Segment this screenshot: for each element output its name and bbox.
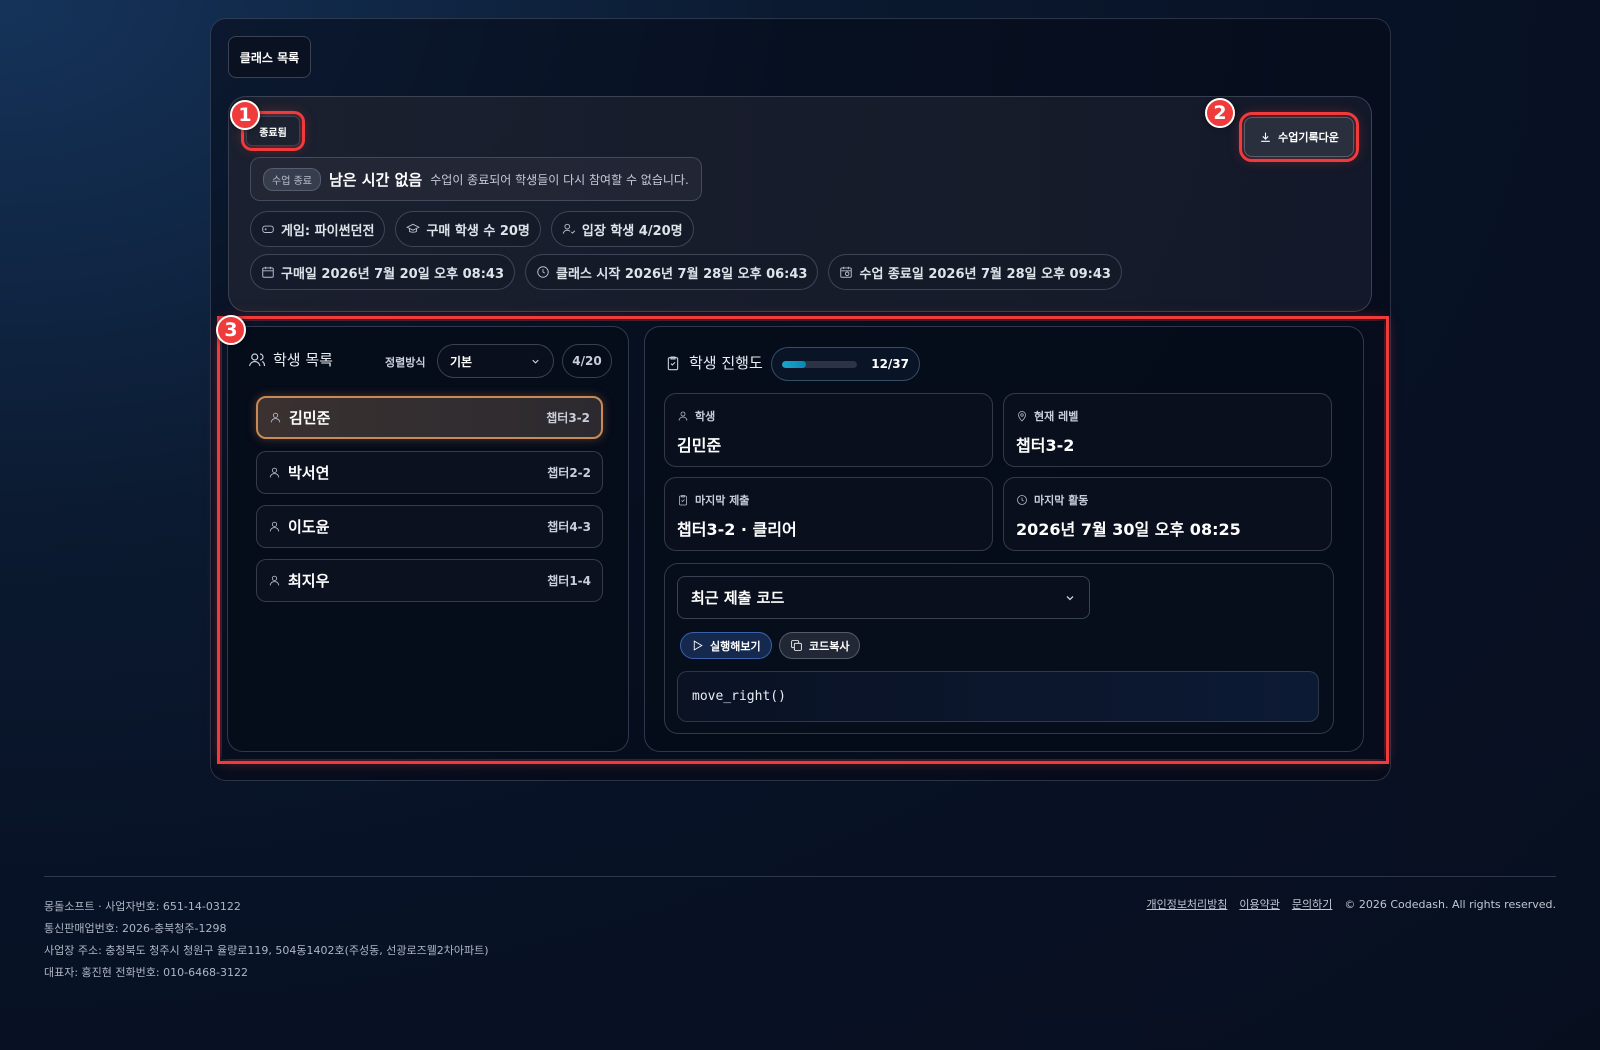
student-item[interactable]: 박서연 챕터2-2: [256, 451, 603, 494]
progress-bar-fill: [782, 360, 807, 368]
map-pin-icon: [1018, 411, 1026, 422]
stat-last-submit: 마지막 제출 챕터3-2 · 클리어: [664, 477, 993, 551]
annotation-marker-3: 3: [216, 315, 246, 345]
progress-bar: [782, 360, 858, 368]
student-list-header: 학생 목록: [248, 349, 333, 370]
footer-links: 개인정보처리방침 이용약관 문의하기 © 2026 Codedash. All …: [1146, 896, 1556, 912]
class-detail-card: 클래스 목록 종료됨 1 수업기록다운 2 수업 종료 남은 시간 없음 수업이…: [210, 18, 1391, 781]
user-icon: [270, 412, 281, 423]
annotation-marker-2: 2: [1205, 98, 1235, 128]
footer-company-info: 몽돌소프트 · 사업자번호: 651-14-03122 통신판매업번호: 202…: [44, 900, 489, 979]
calendar-clock-icon: [840, 266, 853, 278]
progress-count: 12/37: [871, 357, 909, 371]
sort-select[interactable]: 기본: [437, 344, 554, 378]
stat-student: 학생 김민준: [664, 393, 993, 467]
class-meta-row-2: 구매일 2026년 7월 20일 오후 08:43 클래스 시작 2026년 7…: [250, 254, 1122, 290]
remaining-time-box: 수업 종료 남은 시간 없음 수업이 종료되어 학생들이 다시 참여할 수 없습…: [250, 157, 702, 201]
copy-code-button[interactable]: 코드복사: [779, 632, 861, 659]
clipboard-check-icon: [667, 355, 679, 370]
stat-current-level: 현재 레벨 챕터3-2: [1003, 393, 1332, 467]
game-chip: 게임: 파이썬던전: [250, 211, 386, 247]
student-item[interactable]: 김민준 챕터3-2: [256, 396, 603, 439]
annotation-marker-1: 1: [230, 100, 260, 130]
class-end-message: 수업이 종료되어 학생들이 다시 참여할 수 없습니다.: [430, 172, 689, 187]
run-code-button[interactable]: 실행해보기: [680, 632, 772, 659]
clipboard-check-icon: [679, 495, 687, 506]
progress-header: 학생 진행도: [665, 352, 763, 373]
progress-pill: 12/37: [771, 347, 920, 381]
user-icon: [269, 467, 280, 478]
chevron-down-icon: [1066, 595, 1074, 600]
class-start-chip: 클래스 시작 2026년 7월 28일 오후 06:43: [525, 254, 819, 290]
buyers-chip: 구매 학생 수 20명: [395, 211, 541, 247]
remaining-time: 남은 시간 없음: [328, 170, 423, 189]
copyright: © 2026 Codedash. All rights reserved.: [1344, 897, 1556, 911]
purchase-date-chip: 구매일 2026년 7월 20일 오후 08:43: [250, 254, 516, 290]
chevron-down-icon: [532, 359, 539, 364]
class-info-panel: 종료됨 1 수업기록다운 2 수업 종료 남은 시간 없음 수업이 종료되어 학…: [228, 96, 1372, 312]
student-count: 4/20: [562, 344, 612, 378]
contact-link[interactable]: 문의하기: [1292, 896, 1332, 912]
class-list-button[interactable]: 클래스 목록: [228, 36, 311, 78]
gamepad-icon: [262, 225, 274, 233]
play-icon: [693, 640, 703, 651]
student-item[interactable]: 최지우 챕터1-4: [256, 559, 603, 602]
stat-last-activity: 마지막 활동 2026년 7월 30일 오후 08:25: [1003, 477, 1332, 551]
clock-icon: [1017, 495, 1027, 505]
privacy-policy-link[interactable]: 개인정보처리방침: [1146, 896, 1227, 912]
user-check-icon: [562, 223, 576, 234]
clock-icon: [537, 266, 549, 278]
class-meta-row-1: 게임: 파이썬던전 구매 학생 수 20명 입장 학생 4/20명: [250, 211, 694, 247]
user-icon: [269, 521, 280, 532]
code-snippet: move_right(): [677, 671, 1319, 722]
graduation-cap-icon: [406, 223, 421, 233]
recent-code-select[interactable]: 최근 제출 코드: [677, 576, 1090, 619]
user-icon: [269, 575, 280, 586]
download-label: 수업기록다운: [1278, 131, 1339, 144]
student-progress-panel: 학생 진행도 12/37 학생 김민준 현재 레벨 챕터3-2 마지막 제출 챕…: [644, 326, 1364, 752]
calendar-icon: [262, 266, 274, 278]
recent-code-panel: 최근 제출 코드 실행해보기 코드복사 move_right(): [664, 563, 1334, 734]
student-list-panel: 학생 목록 정렬방식 기본 4/20 김민준 챕터3-2 박서연 챕터2-2 이…: [227, 326, 629, 752]
user-icon: [678, 411, 688, 421]
class-end-tag: 수업 종료: [263, 167, 321, 191]
download-icon: [1261, 132, 1270, 142]
sort-label: 정렬방식: [385, 356, 426, 369]
terms-link[interactable]: 이용약관: [1239, 896, 1279, 912]
download-record-button[interactable]: 수업기록다운: [1239, 112, 1359, 162]
footer-divider: [44, 876, 1556, 877]
student-section: 학생 목록 정렬방식 기본 4/20 김민준 챕터3-2 박서연 챕터2-2 이…: [216, 315, 1389, 764]
copy-icon: [791, 640, 802, 651]
users-icon: [248, 352, 266, 366]
class-end-chip: 수업 종료일 2026년 7월 28일 오후 09:43: [828, 254, 1122, 290]
entered-chip: 입장 학생 4/20명: [550, 211, 694, 247]
student-item[interactable]: 이도윤 챕터4-3: [256, 505, 603, 548]
